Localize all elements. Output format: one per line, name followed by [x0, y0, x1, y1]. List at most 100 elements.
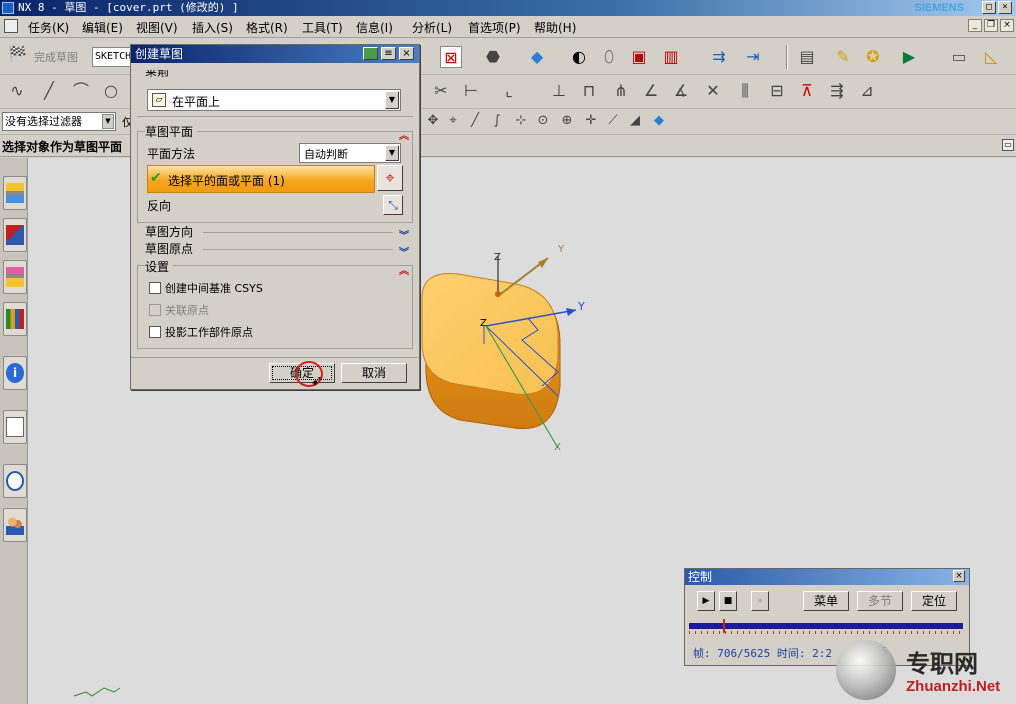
- document-menu-icon[interactable]: [4, 19, 18, 33]
- dialog-reset-button[interactable]: [363, 47, 378, 60]
- snap-solid-icon[interactable]: ◆: [648, 111, 670, 131]
- shaded-cube-icon[interactable]: ◆: [526, 46, 548, 68]
- remove-constraint-icon[interactable]: ✕: [702, 80, 724, 102]
- settings-collapse-icon[interactable]: ︽: [399, 262, 409, 277]
- mdi-minimize-button[interactable]: _: [968, 19, 982, 32]
- sketch-plane-collapse-icon[interactable]: ︽: [399, 127, 409, 142]
- sketch-orientation-heading[interactable]: 草图方向: [145, 223, 194, 240]
- relations-browser-icon[interactable]: ⊿: [856, 80, 878, 102]
- profile-tool-icon[interactable]: ∿: [6, 80, 28, 102]
- point-dialog-crosshair-button[interactable]: ⌖: [377, 165, 403, 191]
- prompt-expand-icon[interactable]: ▭: [1002, 139, 1014, 151]
- sketch-origin-expand-icon[interactable]: ︾: [399, 244, 409, 259]
- menu-insert[interactable]: 插入(S): [192, 19, 233, 36]
- trim-tool-icon[interactable]: ✂: [430, 80, 452, 102]
- control-close-button[interactable]: ×: [953, 570, 965, 582]
- settings-heading[interactable]: 设置: [145, 258, 174, 275]
- part-navigator-icon[interactable]: ▤: [796, 46, 818, 68]
- menu-help[interactable]: 帮助(H): [534, 19, 576, 36]
- infer-constraints-icon[interactable]: ⇶: [826, 80, 848, 102]
- dimension-icon[interactable]: ⊓: [578, 80, 600, 102]
- snap-quadrant-icon[interactable]: ⊕: [556, 111, 578, 131]
- menu-tools[interactable]: 工具(T): [302, 19, 343, 36]
- menu-preferences[interactable]: 首选项(P): [468, 19, 521, 36]
- line-tool-icon[interactable]: ╱: [38, 80, 60, 102]
- move-layer-icon[interactable]: ⇉: [708, 46, 730, 68]
- wizard-icon[interactable]: ✪: [862, 46, 884, 68]
- project-work-part-origin-checkbox[interactable]: [149, 326, 161, 338]
- snap-existing-icon[interactable]: ⟋: [602, 111, 624, 131]
- create-datum-csys-checkbox[interactable]: [149, 282, 161, 294]
- dialog-collapse-button[interactable]: ≡: [381, 47, 396, 60]
- cancel-button[interactable]: 取消: [341, 363, 407, 383]
- reverse-direction-button[interactable]: ⤡: [383, 195, 403, 215]
- mdi-restore-button[interactable]: ❐: [984, 19, 998, 32]
- part-navigator-tab[interactable]: [3, 260, 27, 294]
- mdi-close-button[interactable]: ×: [1000, 19, 1014, 32]
- extend-tool-icon[interactable]: ⊢: [460, 80, 482, 102]
- snap-point-icon[interactable]: ✥: [422, 111, 444, 131]
- sketch-name-field[interactable]: SKETCH_: [92, 47, 132, 67]
- convert-reference-icon[interactable]: ⊟: [766, 80, 788, 102]
- multi-section-button[interactable]: 多节: [857, 591, 903, 611]
- hemisphere-icon[interactable]: ◐: [568, 46, 590, 68]
- triangle-ruler-icon[interactable]: ◺: [980, 46, 1002, 68]
- menu-analysis[interactable]: 分析(L): [412, 19, 452, 36]
- stop-button[interactable]: ■: [719, 591, 737, 611]
- snap-curve-icon[interactable]: ∫: [486, 111, 508, 131]
- snap-end-icon[interactable]: ⌖: [442, 111, 464, 131]
- auto-constrain-icon[interactable]: ∡: [670, 80, 692, 102]
- plane-method-dropdown[interactable]: 自动判断 ▼: [299, 143, 401, 163]
- playback-progress-track[interactable]: [689, 619, 963, 633]
- constraint-icon[interactable]: ⊥: [548, 80, 570, 102]
- locate-button[interactable]: 定位: [911, 591, 957, 611]
- alternate-solution-icon[interactable]: ⊼: [796, 80, 818, 102]
- selection-filter-dropdown[interactable]: 没有选择过滤器 ▼: [2, 112, 116, 131]
- corner-tool-icon[interactable]: ⌞: [498, 80, 520, 102]
- web-browser-tab[interactable]: [3, 410, 27, 444]
- snap-mid-icon[interactable]: ╱: [464, 111, 486, 131]
- type-dropdown[interactable]: ▱ 在平面上 ▼: [147, 89, 401, 111]
- close-window-button[interactable]: ×: [998, 1, 1012, 14]
- geometric-constraint-icon[interactable]: ⋔: [610, 80, 632, 102]
- fit-view-icon[interactable]: ⊠: [440, 46, 462, 68]
- maximize-button[interactable]: □: [982, 1, 996, 14]
- render-style-icon[interactable]: ⬣: [482, 46, 504, 68]
- show-constraints-icon[interactable]: ∠: [640, 80, 662, 102]
- menu-info[interactable]: 信息(I): [356, 19, 393, 36]
- info-tab[interactable]: i: [3, 356, 27, 390]
- history-tab[interactable]: [3, 464, 27, 498]
- ruler-icon[interactable]: ▭: [948, 46, 970, 68]
- sketch-orientation-expand-icon[interactable]: ︾: [399, 227, 409, 242]
- type-dropdown-arrow-icon[interactable]: ▼: [385, 91, 399, 109]
- menu-button[interactable]: 菜单: [803, 591, 849, 611]
- measure-pencil-icon[interactable]: ✎: [832, 46, 854, 68]
- menu-view[interactable]: 视图(V): [136, 19, 178, 36]
- clip-section-icon[interactable]: ▥: [660, 46, 682, 68]
- copy-layer-icon[interactable]: ⇥: [742, 46, 764, 68]
- finish-flag-icon[interactable]: 🏁: [8, 45, 30, 67]
- roles-tab[interactable]: [3, 508, 27, 542]
- play-macro-icon[interactable]: ▶: [898, 46, 920, 68]
- snap-face-icon[interactable]: ◢: [624, 111, 646, 131]
- section-cube-icon[interactable]: ▣: [628, 46, 650, 68]
- plane-method-arrow-icon[interactable]: ▼: [385, 145, 399, 161]
- circle-tool-icon[interactable]: ○: [100, 80, 122, 102]
- menu-format[interactable]: 格式(R): [246, 19, 288, 36]
- dialog-close-button[interactable]: ×: [399, 47, 414, 60]
- step-button[interactable]: »: [751, 591, 769, 611]
- associative-origin-checkbox[interactable]: [149, 304, 161, 316]
- play-button[interactable]: ▶: [697, 591, 715, 611]
- reuse-library-tab[interactable]: [3, 302, 27, 336]
- finish-sketch-label[interactable]: 完成草图: [34, 49, 78, 65]
- cylinder-icon[interactable]: ⬯: [598, 46, 620, 68]
- filter-dropdown-arrow-icon[interactable]: ▼: [102, 114, 114, 129]
- select-face-row[interactable]: ✔ 选择平的面或平面 (1): [147, 165, 375, 193]
- snap-tangent-icon[interactable]: ⊹: [510, 111, 532, 131]
- assembly-navigator-tab[interactable]: [3, 176, 27, 210]
- sketch-plane-group-heading[interactable]: 草图平面: [145, 123, 198, 140]
- snap-intersection-icon[interactable]: ✛: [580, 111, 602, 131]
- menu-edit[interactable]: 编辑(E): [82, 19, 123, 36]
- sketch-origin-heading[interactable]: 草图原点: [145, 240, 194, 257]
- constraint-navigator-tab[interactable]: [3, 218, 27, 252]
